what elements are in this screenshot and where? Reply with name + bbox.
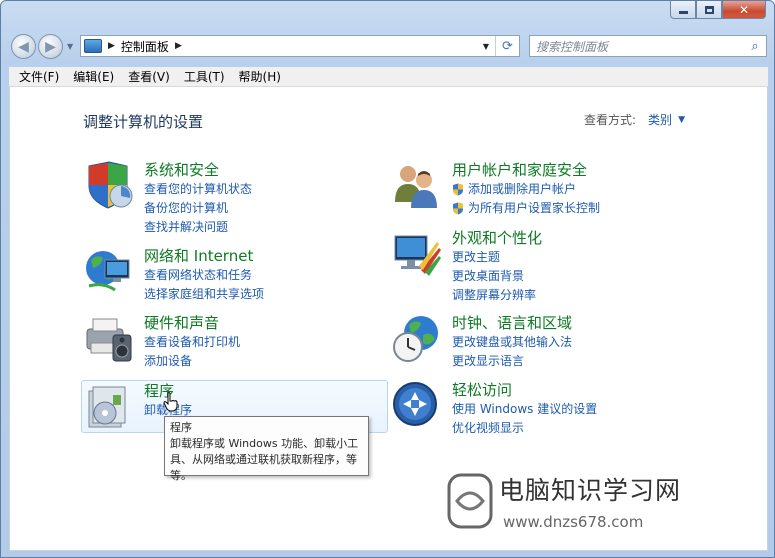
- menu-help[interactable]: 帮助(H): [233, 68, 289, 85]
- link-devices-printers[interactable]: 查看设备和打印机: [144, 333, 240, 352]
- breadcrumb-separator-icon[interactable]: ▶: [108, 41, 115, 51]
- navigation-buttons: ◀ ▶ ▼: [11, 34, 73, 59]
- category-hardware-sound: 硬件和声音 查看设备和打印机 添加设备: [83, 313, 240, 371]
- category-title[interactable]: 外观和个性化: [452, 228, 542, 248]
- link-change-input-method[interactable]: 更改键盘或其他输入法: [452, 333, 572, 352]
- link-change-desktop-background[interactable]: 更改桌面背景: [452, 267, 542, 286]
- tooltip-body: 卸载程序或 Windows 功能、卸载小工具、从网络或通过联机获取新程序，等等。: [170, 437, 359, 482]
- view-by-label: 查看方式:: [584, 113, 637, 127]
- control-panel-icon: [84, 39, 102, 53]
- category-ease-of-access: 轻松访问 使用 Windows 建议的设置 优化视频显示: [391, 380, 597, 438]
- uac-shield-icon: [453, 202, 463, 215]
- maximize-button[interactable]: [696, 1, 722, 19]
- category-title[interactable]: 轻松访问: [452, 380, 597, 400]
- link-change-theme[interactable]: 更改主题: [452, 248, 542, 267]
- refresh-icon[interactable]: ⟳: [495, 36, 519, 56]
- view-by-dropdown[interactable]: 类别: [648, 111, 672, 128]
- category-appearance: 外观和个性化 更改主题 更改桌面背景 调整屏幕分辨率: [391, 228, 542, 305]
- hand-cursor-icon: [163, 392, 178, 412]
- back-arrow-icon: ◀: [18, 38, 29, 55]
- control-panel-window: ✕ ◀ ▶ ▼ ▶ 控制面板 ▶ ▼ ⟳ 搜索控制面板 ⌕ 文件(F) 编辑(E…: [0, 0, 775, 558]
- category-title[interactable]: 系统和安全: [144, 160, 252, 180]
- system-security-icon[interactable]: [83, 160, 135, 212]
- menu-view[interactable]: 查看(V): [122, 68, 178, 85]
- link-network-status[interactable]: 查看网络状态和任务: [144, 266, 264, 285]
- hardware-sound-icon[interactable]: [83, 313, 135, 365]
- link-homegroup-sharing[interactable]: 选择家庭组和共享选项: [144, 285, 264, 304]
- category-system-security: 系统和安全 查看您的计算机状态 备份您的计算机 查找并解决问题: [83, 160, 252, 237]
- chevron-down-icon[interactable]: ▼: [678, 115, 685, 125]
- clock-language-icon[interactable]: [391, 313, 443, 365]
- content-pane: 调整计算机的设置 查看方式: 类别 ▼ 系统和安全 查看您的计算机状态 备份您的…: [9, 87, 768, 551]
- link-change-display-language[interactable]: 更改显示语言: [452, 352, 572, 371]
- link-adjust-resolution[interactable]: 调整屏幕分辨率: [452, 286, 542, 305]
- view-by-control: 查看方式: 类别 ▼: [584, 111, 685, 128]
- category-user-accounts: 用户帐户和家庭安全 添加或删除用户帐户 为所有用户设置家长控制: [391, 160, 600, 218]
- breadcrumb-separator-icon[interactable]: ▶: [175, 41, 182, 51]
- category-title[interactable]: 用户帐户和家庭安全: [452, 160, 600, 180]
- tooltip-title: 程序: [170, 421, 192, 434]
- link-view-computer-status[interactable]: 查看您的计算机状态: [144, 180, 252, 199]
- user-accounts-icon[interactable]: [391, 160, 443, 212]
- forward-arrow-icon: ▶: [45, 38, 56, 55]
- watermark-name: 电脑知识学习网: [499, 476, 682, 505]
- recent-pages-dropdown-icon[interactable]: ▼: [67, 42, 73, 51]
- menu-tools[interactable]: 工具(T): [178, 68, 233, 85]
- minimize-button[interactable]: [670, 1, 696, 19]
- close-button[interactable]: ✕: [722, 1, 766, 19]
- uac-shield-icon: [453, 183, 463, 196]
- menu-file[interactable]: 文件(F): [13, 68, 67, 85]
- window-chrome: ✕ ◀ ▶ ▼ ▶ 控制面板 ▶ ▼ ⟳ 搜索控制面板 ⌕: [1, 1, 774, 67]
- watermark-logo-icon: [447, 473, 493, 529]
- page-title: 调整计算机的设置: [83, 113, 204, 131]
- link-add-remove-users-label[interactable]: 添加或删除用户帐户: [468, 180, 576, 199]
- link-add-remove-users[interactable]: 添加或删除用户帐户: [452, 180, 600, 199]
- link-parental-controls[interactable]: 为所有用户设置家长控制: [452, 199, 600, 218]
- appearance-icon[interactable]: [391, 228, 443, 280]
- menu-bar: 文件(F) 编辑(E) 查看(V) 工具(T) 帮助(H): [9, 67, 768, 87]
- link-optimize-display[interactable]: 优化视频显示: [452, 419, 597, 438]
- site-watermark: 电脑知识学习网 www.dnzs678.com: [447, 471, 680, 541]
- category-clock-language-region: 时钟、语言和区域 更改键盘或其他输入法 更改显示语言: [391, 313, 572, 371]
- link-backup-computer[interactable]: 备份您的计算机: [144, 199, 252, 218]
- category-title[interactable]: 时钟、语言和区域: [452, 313, 572, 333]
- minimize-icon: [678, 11, 688, 14]
- network-internet-icon[interactable]: [83, 246, 135, 298]
- breadcrumb-control-panel[interactable]: 控制面板: [121, 38, 169, 55]
- address-dropdown-icon[interactable]: ▼: [479, 36, 493, 56]
- search-icon[interactable]: ⌕: [744, 39, 766, 54]
- link-recommended-settings[interactable]: 使用 Windows 建议的设置: [452, 400, 597, 419]
- category-network-internet: 网络和 Internet 查看网络状态和任务 选择家庭组和共享选项: [83, 246, 264, 304]
- search-box[interactable]: 搜索控制面板 ⌕: [529, 35, 767, 57]
- close-icon: ✕: [738, 2, 750, 17]
- link-add-device[interactable]: 添加设备: [144, 352, 240, 371]
- ease-of-access-icon[interactable]: [391, 380, 443, 432]
- maximize-icon: [704, 5, 714, 14]
- category-title[interactable]: 硬件和声音: [144, 313, 240, 333]
- programs-icon[interactable]: [83, 381, 135, 433]
- forward-button[interactable]: ▶: [38, 34, 63, 59]
- link-parental-controls-label[interactable]: 为所有用户设置家长控制: [468, 199, 600, 218]
- menu-edit[interactable]: 编辑(E): [67, 68, 122, 85]
- programs-tooltip: 程序 卸载程序或 Windows 功能、卸载小工具、从网络或通过联机获取新程序，…: [164, 416, 369, 482]
- back-button[interactable]: ◀: [11, 34, 36, 59]
- category-title[interactable]: 网络和 Internet: [144, 246, 264, 266]
- watermark-url: www.dnzs678.com: [503, 513, 644, 531]
- link-find-fix-problems[interactable]: 查找并解决问题: [144, 218, 252, 237]
- window-controls: ✕: [670, 1, 766, 19]
- address-bar[interactable]: ▶ 控制面板 ▶ ▼ ⟳: [80, 35, 520, 57]
- search-input[interactable]: 搜索控制面板: [536, 38, 744, 55]
